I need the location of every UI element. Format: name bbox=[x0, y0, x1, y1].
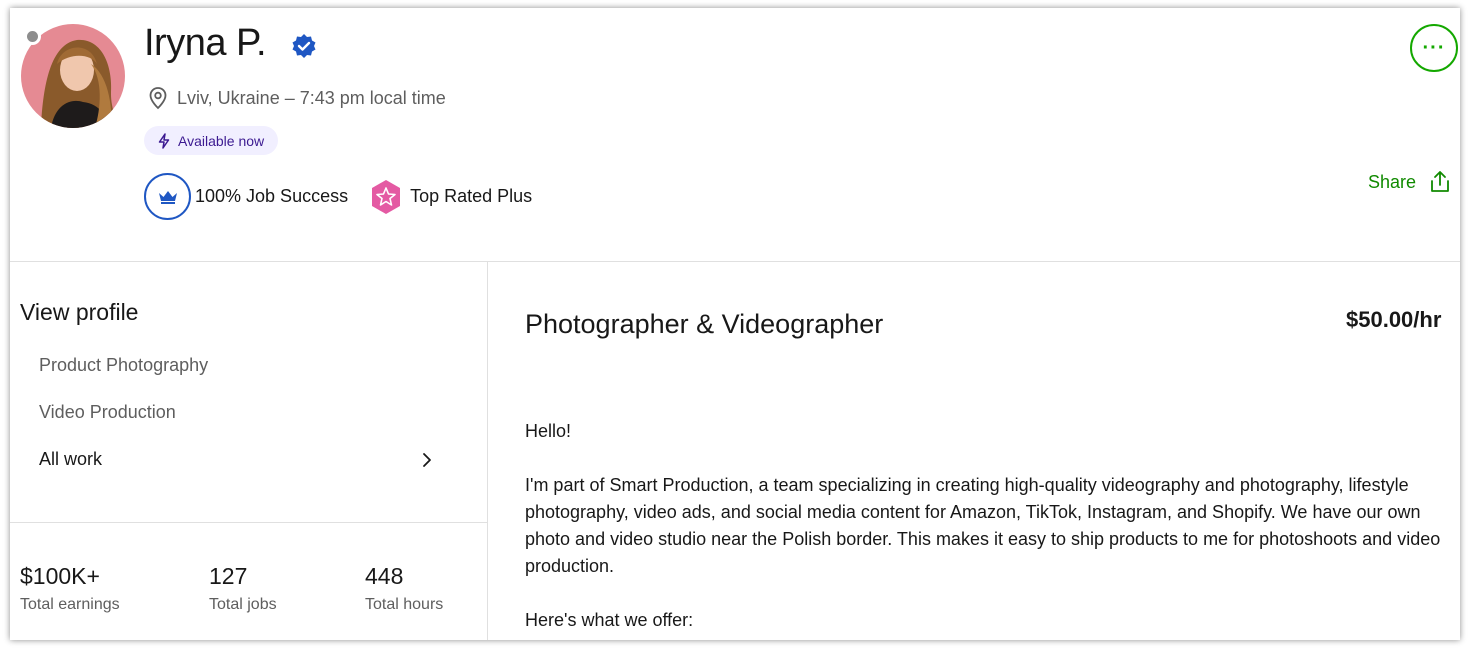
header-divider bbox=[10, 261, 1460, 262]
hourly-rate: $50.00/hr bbox=[1346, 307, 1442, 332]
stat-value: 127 bbox=[209, 563, 248, 589]
stat-total-jobs: 127 Total jobs bbox=[209, 563, 277, 614]
stat-label: Total hours bbox=[365, 596, 444, 613]
location-time: Lviv, Ukraine – 7:43 pm local time bbox=[177, 88, 446, 108]
verified-badge-icon bbox=[292, 34, 316, 58]
share-button[interactable]: Share bbox=[1368, 170, 1452, 194]
column-divider bbox=[487, 262, 488, 640]
view-profile-heading: View profile bbox=[20, 299, 139, 325]
availability-badge: Available now bbox=[144, 126, 279, 155]
availability-label: Available now bbox=[178, 132, 265, 149]
chevron-right-icon[interactable] bbox=[422, 452, 432, 468]
top-rated-plus-label: Top Rated Plus bbox=[410, 186, 533, 206]
freelancer-name: Iryna P. bbox=[144, 22, 267, 64]
stat-value: 448 bbox=[365, 563, 404, 589]
sidebar-item-video-production[interactable]: Video Production bbox=[39, 402, 176, 423]
sidebar-item-product-photography[interactable]: Product Photography bbox=[39, 355, 208, 376]
job-success-label: 100% Job Success bbox=[195, 186, 349, 206]
badges-row: 100% Job Success Top Rated Plus bbox=[144, 173, 532, 220]
job-success-crown-icon bbox=[144, 173, 191, 220]
offline-status-dot bbox=[24, 28, 41, 45]
freelancer-profile-card: Iryna P. Lviv, Ukraine – 7:43 pm local t… bbox=[10, 8, 1460, 640]
stat-total-hours: 448 Total hours bbox=[365, 563, 443, 614]
stat-label: Total jobs bbox=[209, 596, 277, 613]
lightning-icon bbox=[158, 132, 170, 149]
overview-paragraph: Hello! bbox=[525, 421, 572, 441]
share-icon bbox=[1431, 171, 1449, 192]
overview-paragraph: Here's what we offer: bbox=[525, 610, 694, 630]
sidebar-item-all-work[interactable]: All work bbox=[39, 449, 102, 470]
location-pin-icon bbox=[149, 87, 167, 110]
top-rated-plus-icon bbox=[372, 179, 401, 214]
stat-label: Total earnings bbox=[20, 596, 120, 613]
more-options-button[interactable]: ··· bbox=[1410, 24, 1458, 72]
profile-title: Photographer & Videographer bbox=[525, 309, 884, 339]
share-label: Share bbox=[1368, 171, 1417, 192]
stat-value: $100K+ bbox=[20, 563, 100, 589]
profile-overview: Hello! I'm part of Smart Production, a t… bbox=[525, 418, 1460, 640]
overview-paragraph: I'm part of Smart Production, a team spe… bbox=[525, 475, 1441, 576]
stat-total-earnings: $100K+ Total earnings bbox=[20, 563, 120, 614]
sidebar-divider bbox=[10, 522, 487, 523]
